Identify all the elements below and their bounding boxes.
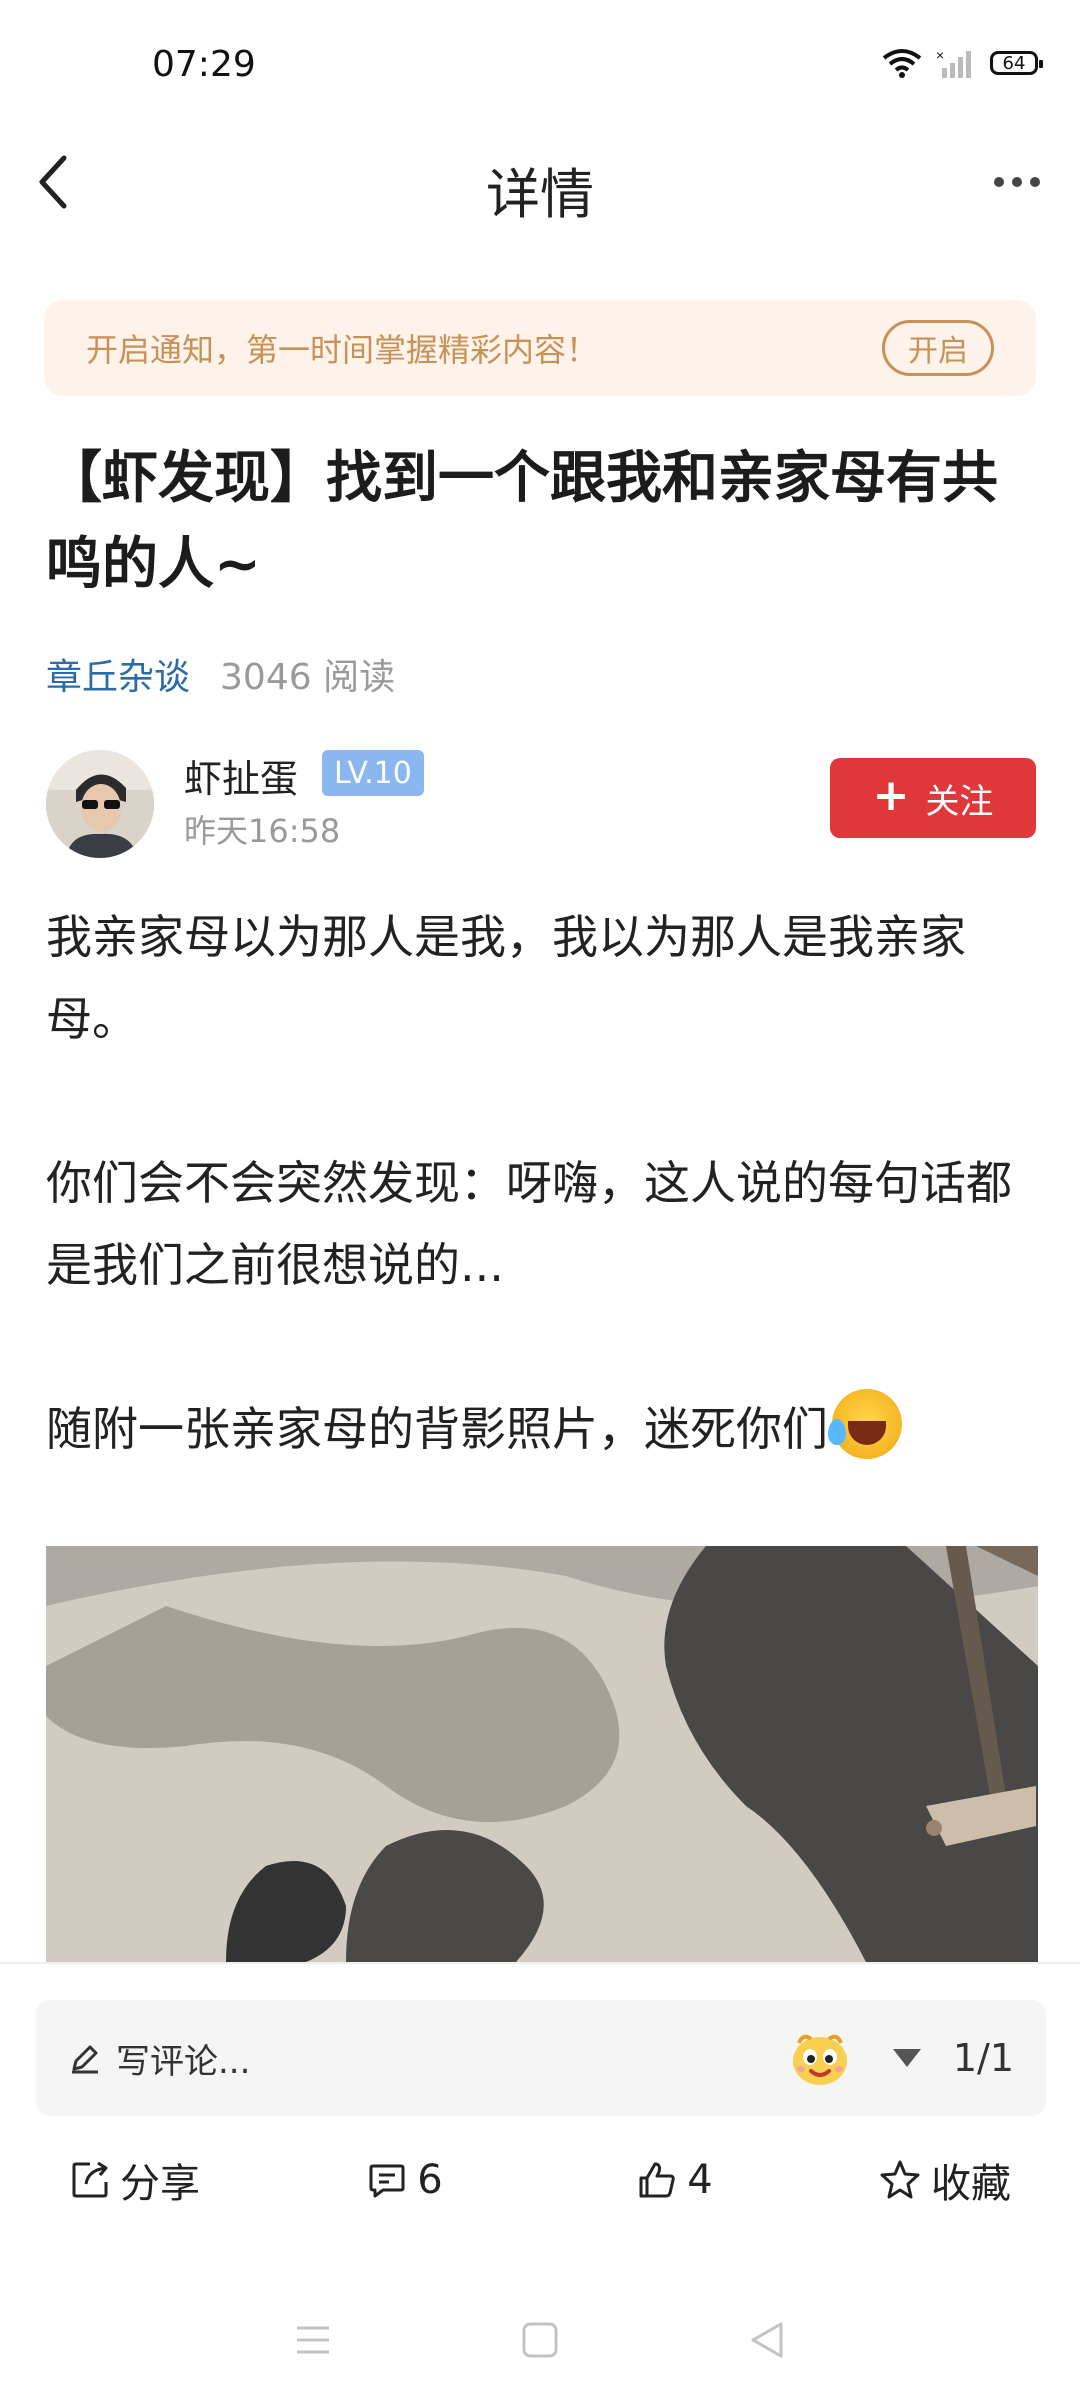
post-title: 【虾发现】找到一个跟我和亲家母有共鸣的人~ — [46, 446, 998, 597]
author-name[interactable]: 虾扯蛋 — [184, 748, 298, 803]
battery-icon: 64 — [990, 51, 1043, 75]
favorite-label: 收藏 — [931, 2161, 1011, 2207]
laughing-crying-emoji-icon — [828, 1389, 902, 1459]
page-title: 详情 — [486, 163, 594, 226]
post-meta: 章丘杂谈 3046 阅读 — [46, 648, 395, 700]
action-bar: 分享 6 4 收藏 — [0, 2144, 1080, 2216]
page-indicator[interactable]: 1/1 — [953, 2036, 1014, 2080]
follow-button[interactable]: + 关注 — [830, 758, 1036, 838]
share-label: 分享 — [120, 2161, 200, 2207]
post-paragraph: 我亲家母以为那人是我，我以为那人是我亲家母。 — [46, 910, 966, 1046]
plus-icon: + — [872, 770, 910, 821]
back-triangle-icon[interactable] — [747, 2320, 787, 2360]
notification-banner: 开启通知，第一时间掌握精彩内容！ 开启 — [44, 300, 1036, 396]
bottom-divider — [0, 1962, 1080, 1964]
like-button[interactable]: 4 — [540, 2144, 810, 2216]
topic-link[interactable]: 章丘杂谈 — [46, 648, 190, 700]
avatar-image — [46, 750, 154, 858]
more-dot-icon — [1012, 177, 1022, 187]
like-count: 4 — [687, 2157, 713, 2203]
thumbs-up-icon — [639, 2162, 675, 2198]
signal-icon: × — [936, 48, 971, 78]
read-count: 3046 阅读 — [220, 657, 396, 698]
favorite-button[interactable]: 收藏 — [810, 2144, 1080, 2216]
comments-button[interactable]: 6 — [270, 2144, 540, 2216]
svg-text:×: × — [936, 48, 944, 63]
more-dot-icon — [1030, 177, 1040, 187]
comment-icon — [369, 2164, 405, 2198]
enable-notification-button[interactable]: 开启 — [882, 320, 994, 376]
notification-text: 开启通知，第一时间掌握精彩内容！ — [86, 331, 599, 369]
pencil-icon — [72, 2045, 98, 2074]
battery-level: 64 — [1002, 52, 1026, 74]
author-level-badge: LV.10 — [322, 750, 424, 796]
post-photo[interactable] — [46, 1546, 1038, 1962]
system-nav-bar — [0, 2300, 1080, 2380]
post-paragraph-text: 随附一张亲家母的背影照片，迷死你们 — [46, 1402, 828, 1456]
dropdown-triangle-icon[interactable] — [891, 2047, 923, 2069]
more-button[interactable] — [994, 160, 1040, 204]
comment-count: 6 — [417, 2157, 443, 2203]
post-body: 我亲家母以为那人是我，我以为那人是我亲家母。 你们会不会突然发现：呀嗨，这人说的… — [46, 896, 1040, 1470]
wifi-icon — [882, 49, 922, 78]
comment-input[interactable]: 写评论... — [116, 2034, 789, 2083]
emoji-sticker-icon[interactable] — [789, 2029, 851, 2087]
menu-icon[interactable] — [293, 2322, 333, 2358]
post-time: 昨天16:58 — [184, 812, 341, 850]
share-icon — [72, 2161, 108, 2198]
author-avatar[interactable] — [46, 750, 154, 858]
post-paragraph: 你们会不会突然发现：呀嗨，这人说的每句话都是我们之前很想说的... — [46, 1156, 1012, 1292]
home-icon[interactable] — [520, 2320, 560, 2360]
post-paragraph: 随附一张亲家母的背影照片，迷死你们 — [46, 1388, 1040, 1470]
star-icon — [880, 2160, 920, 2199]
comment-bar[interactable]: 写评论... 1/1 — [36, 2000, 1046, 2116]
share-button[interactable]: 分享 — [0, 2144, 270, 2216]
photo-image — [46, 1546, 1038, 1962]
follow-label: 关注 — [925, 781, 994, 822]
more-dot-icon — [994, 177, 1004, 187]
status-icons: × 64 — [882, 48, 1043, 78]
status-time: 07:29 — [152, 44, 256, 85]
